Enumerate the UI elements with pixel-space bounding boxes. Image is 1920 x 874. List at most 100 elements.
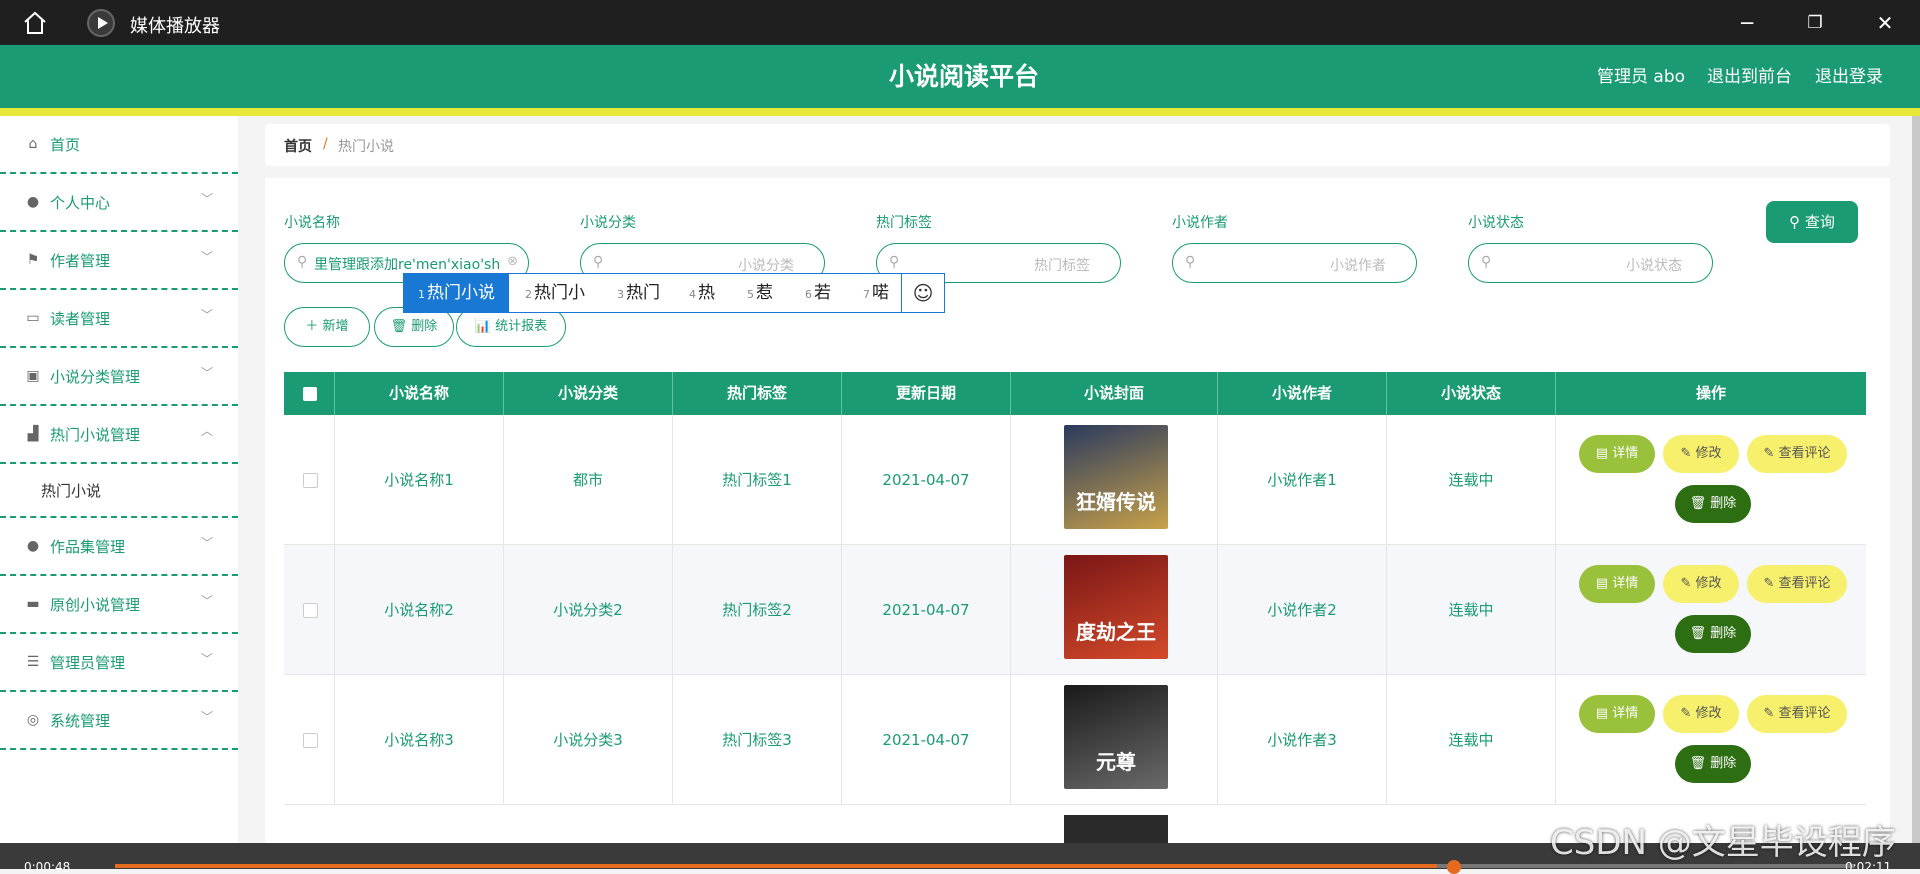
sidebar-item-label: 作品集管理 bbox=[50, 538, 126, 556]
chart-icon: ▟ bbox=[27, 426, 39, 442]
media-player-icon bbox=[87, 9, 115, 37]
minimize-button[interactable]: ─ bbox=[1732, 8, 1762, 38]
select-all-checkbox[interactable] bbox=[303, 387, 317, 401]
row-checkbox[interactable] bbox=[303, 473, 318, 488]
cell-status: 连载中 bbox=[1387, 415, 1556, 545]
sidebar-item-authors[interactable]: ⚑ 作者管理 ﹀ bbox=[0, 232, 238, 290]
chevron-down-icon: ﹀ bbox=[200, 366, 213, 380]
column-header: 更新日期 bbox=[842, 372, 1011, 415]
home-icon[interactable] bbox=[22, 10, 48, 36]
sidebar-item-home[interactable]: ⌂ 首页 bbox=[0, 116, 238, 174]
cell-status: 连载中 bbox=[1387, 675, 1556, 805]
view-reviews-button[interactable]: ✎ 查看评论 bbox=[1747, 565, 1847, 603]
chevron-down-icon: ﹀ bbox=[200, 652, 213, 666]
user-icon: ● bbox=[26, 194, 40, 210]
search-button[interactable]: ⚲ 查询 bbox=[1766, 201, 1858, 243]
cell-novel-name: 小说名称2 bbox=[335, 545, 504, 675]
row-select-cell bbox=[284, 675, 335, 805]
ime-candidate-1[interactable]: 1 热门小说 bbox=[404, 274, 509, 312]
row-checkbox[interactable] bbox=[303, 733, 318, 748]
close-button[interactable]: ✕ bbox=[1870, 8, 1900, 38]
cell-novel-name: 小说名称3 bbox=[335, 675, 504, 805]
chevron-down-icon: ﹀ bbox=[200, 710, 213, 724]
table-row: 小说名称1 都市 热门标签1 2021-04-07 狂婿传说 小说作者1 连载中… bbox=[284, 415, 1866, 545]
column-header: 小说状态 bbox=[1387, 372, 1556, 415]
novel-cover-image[interactable]: 度劫之王 bbox=[1064, 555, 1168, 659]
breadcrumb-current: 热门小说 bbox=[338, 139, 394, 155]
home-icon: ⌂ bbox=[28, 136, 38, 152]
edit-button[interactable]: ✎ 修改 bbox=[1663, 435, 1739, 473]
view-reviews-button[interactable]: ✎ 查看评论 bbox=[1747, 695, 1847, 733]
column-header: 小说分类 bbox=[504, 372, 673, 415]
edit-button[interactable]: ✎ 修改 bbox=[1663, 695, 1739, 733]
row-select-cell bbox=[284, 545, 335, 675]
filter-label-author: 小说作者 bbox=[1172, 215, 1228, 231]
cell-update-date: 2021-04-07 bbox=[842, 675, 1011, 805]
novel-cover-image[interactable]: 狂婿传说 bbox=[1064, 425, 1168, 529]
sidebar-item-readers[interactable]: ▭ 读者管理 ﹀ bbox=[0, 290, 238, 348]
row-select-cell bbox=[284, 415, 335, 545]
sidebar-item-label: 作者管理 bbox=[50, 252, 111, 270]
breadcrumb: 首页 / 热门小说 bbox=[265, 124, 1890, 166]
row-delete-button[interactable]: 🗑 删除 bbox=[1675, 745, 1751, 783]
seek-handle[interactable] bbox=[1447, 860, 1461, 874]
flag-icon: ⚑ bbox=[26, 252, 40, 268]
add-button[interactable]: ＋ 新增 bbox=[284, 307, 370, 347]
ime-candidate-3[interactable]: 3 热门 bbox=[617, 274, 660, 312]
app-title: 媒体播放器 bbox=[130, 16, 220, 37]
seek-bar[interactable] bbox=[115, 864, 1855, 868]
ime-candidate-7[interactable]: 7喏 bbox=[863, 274, 889, 312]
chevron-down-icon: ﹀ bbox=[200, 536, 213, 550]
logout-link[interactable]: 退出登录 bbox=[1815, 62, 1883, 87]
ime-candidate-4[interactable]: 4热 bbox=[689, 274, 715, 312]
sidebar-item-label: 原创小说管理 bbox=[50, 596, 141, 614]
admin-user-link[interactable]: 管理员 abo bbox=[1597, 62, 1685, 87]
cell-author: 小说作者2 bbox=[1218, 545, 1387, 675]
cell-category: 小说分类3 bbox=[504, 675, 673, 805]
ime-candidate-5[interactable]: 5惹 bbox=[747, 274, 773, 312]
detail-button[interactable]: ▤ 详情 bbox=[1579, 435, 1655, 473]
delete-button[interactable]: 🗑 删除 bbox=[374, 307, 454, 347]
site-header: 小说阅读平台 管理员 abo 退出到前台 退出登录 bbox=[0, 45, 1920, 116]
sidebar-item-label: 热门小说管理 bbox=[50, 426, 141, 444]
filter-label-status: 小说状态 bbox=[1468, 215, 1524, 231]
filter-label-novel-name: 小说名称 bbox=[284, 215, 340, 231]
sidebar-item-label: 个人中心 bbox=[50, 194, 111, 212]
status-input[interactable]: ⚲ 小说状态 bbox=[1468, 243, 1713, 283]
row-checkbox[interactable] bbox=[303, 603, 318, 618]
sidebar-item-novel-categories[interactable]: ▣ 小说分类管理 ﹀ bbox=[0, 348, 238, 406]
view-reviews-button[interactable]: ✎ 查看评论 bbox=[1747, 435, 1847, 473]
hot-tag-placeholder: 热门标签 bbox=[1034, 258, 1090, 274]
sidebar-item-collections[interactable]: ● 作品集管理 ﹀ bbox=[0, 518, 238, 576]
cell-hot-tag: 热门标签2 bbox=[673, 545, 842, 675]
sidebar-item-original-novels[interactable]: ▬ 原创小说管理 ﹀ bbox=[0, 576, 238, 634]
clear-icon[interactable]: ⊗ bbox=[507, 254, 518, 269]
sidebar-item-personal-center[interactable]: ● 个人中心 ﹀ bbox=[0, 174, 238, 232]
cell-status: 连载中 bbox=[1387, 545, 1556, 675]
back-to-frontend-link[interactable]: 退出到前台 bbox=[1707, 62, 1792, 87]
sidebar-subitem-hot-novels[interactable]: 热门小说 bbox=[0, 464, 238, 518]
edit-button[interactable]: ✎ 修改 bbox=[1663, 565, 1739, 603]
ime-candidate-6[interactable]: 6若 bbox=[805, 274, 831, 312]
sidebar-item-admins[interactable]: ☰ 管理员管理 ﹀ bbox=[0, 634, 238, 692]
chevron-down-icon: ﹀ bbox=[200, 192, 213, 206]
row-delete-button[interactable]: 🗑 删除 bbox=[1675, 615, 1751, 653]
cell-hot-tag: 热门标签3 bbox=[673, 675, 842, 805]
maximize-button[interactable]: ❐ bbox=[1800, 8, 1830, 38]
row-delete-button[interactable]: 🗑 删除 bbox=[1675, 485, 1751, 523]
breadcrumb-home[interactable]: 首页 bbox=[284, 136, 312, 156]
search-icon: ⚲ bbox=[889, 254, 900, 270]
page-scrollbar[interactable] bbox=[1912, 116, 1920, 856]
novel-cover-image[interactable]: 元尊 bbox=[1064, 685, 1168, 789]
breadcrumb-separator: / bbox=[323, 136, 328, 152]
detail-button[interactable]: ▤ 详情 bbox=[1579, 565, 1655, 603]
sidebar-item-hot-novels[interactable]: ▟ 热门小说管理 ︿ bbox=[0, 406, 238, 464]
emoji-icon[interactable]: ☺ bbox=[901, 274, 944, 312]
ime-candidate-2[interactable]: 2 热门小 bbox=[525, 274, 585, 312]
header-accent-bar bbox=[0, 108, 1920, 116]
author-input[interactable]: ⚲ 小说作者 bbox=[1172, 243, 1417, 283]
detail-button[interactable]: ▤ 详情 bbox=[1579, 695, 1655, 733]
cell-author: 小说作者1 bbox=[1218, 415, 1387, 545]
statistics-report-button[interactable]: 📊 统计报表 bbox=[456, 307, 566, 347]
sidebar-item-system[interactable]: ◎ 系统管理 ﹀ bbox=[0, 692, 238, 750]
